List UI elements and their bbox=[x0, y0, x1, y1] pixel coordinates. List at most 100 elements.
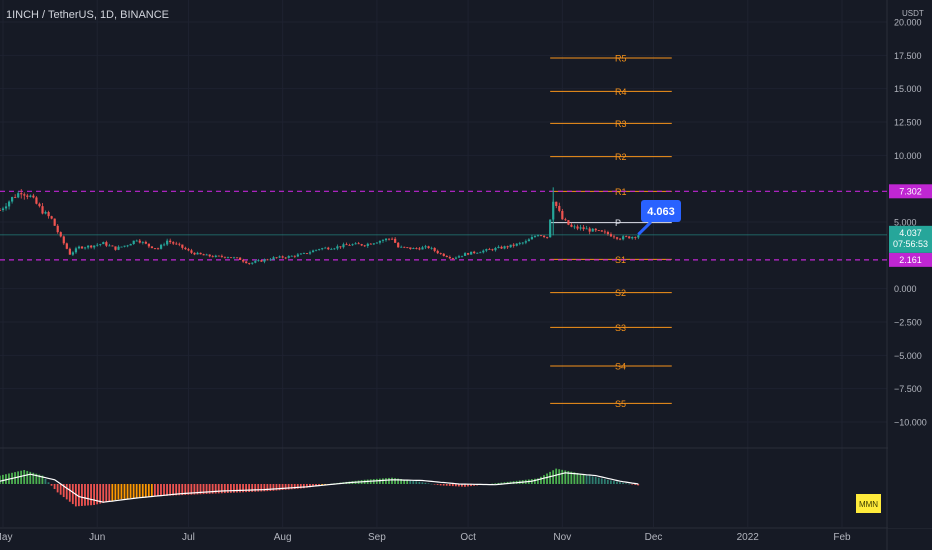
price-callout[interactable]: 4.063 bbox=[637, 200, 681, 236]
pivot-label-s4: S4 bbox=[615, 362, 626, 372]
osc-bar bbox=[50, 484, 53, 486]
candle-body bbox=[418, 248, 421, 250]
candle-body bbox=[87, 245, 90, 248]
osc-bar bbox=[120, 484, 123, 500]
candle-body bbox=[29, 195, 32, 197]
osc-bar bbox=[600, 478, 603, 484]
osc-bar bbox=[166, 484, 168, 496]
candle-body bbox=[536, 235, 540, 237]
candle-body bbox=[138, 240, 141, 243]
candle-body bbox=[211, 256, 214, 258]
candle-body bbox=[129, 244, 132, 246]
candle-body bbox=[363, 245, 366, 247]
candle-body bbox=[120, 246, 123, 248]
candle-body bbox=[555, 201, 558, 206]
candle-body bbox=[579, 227, 582, 229]
candle-body bbox=[220, 255, 223, 257]
osc-bar bbox=[540, 476, 542, 484]
osc-bar bbox=[555, 468, 558, 484]
osc-bar bbox=[44, 478, 47, 484]
osc-bar bbox=[223, 484, 226, 494]
osc-bar bbox=[451, 484, 454, 487]
osc-bar bbox=[239, 484, 241, 493]
candle-body bbox=[111, 245, 114, 247]
candle-body bbox=[263, 259, 266, 262]
osc-bar bbox=[424, 482, 427, 484]
indicator-badge-text: MMN bbox=[859, 500, 878, 509]
osc-bar bbox=[214, 484, 217, 494]
osc-bar bbox=[439, 484, 442, 486]
price-tick-label: 10.000 bbox=[894, 151, 922, 161]
candle-body bbox=[141, 241, 144, 243]
osc-bar bbox=[609, 480, 612, 484]
candle-body bbox=[403, 246, 406, 248]
candle-body bbox=[521, 242, 524, 244]
candle-body bbox=[47, 212, 50, 217]
candle-body bbox=[169, 240, 172, 243]
candle-body bbox=[223, 256, 227, 258]
candle-body bbox=[202, 254, 205, 256]
candle-body bbox=[539, 235, 543, 237]
osc-bar bbox=[558, 469, 561, 484]
candle-body bbox=[491, 249, 494, 251]
candle-body bbox=[35, 197, 38, 204]
osc-bar bbox=[169, 484, 171, 496]
grid bbox=[0, 0, 932, 550]
osc-bar bbox=[409, 480, 412, 484]
candle-body bbox=[494, 247, 497, 251]
time-axis[interactable]: May Jun Jul Aug Sep Oct Nov Dec 2022 Feb bbox=[0, 532, 851, 543]
candle-body bbox=[415, 248, 418, 249]
osc-bar bbox=[603, 479, 606, 484]
osc-bar bbox=[163, 484, 165, 496]
candle-body bbox=[573, 226, 576, 228]
candle-body bbox=[439, 253, 442, 254]
candle-body bbox=[275, 257, 278, 259]
osc-bar bbox=[415, 481, 418, 484]
candle-body bbox=[68, 248, 71, 255]
time-tick-label: Aug bbox=[274, 532, 292, 543]
candle-body bbox=[135, 240, 138, 242]
osc-bar bbox=[257, 484, 260, 492]
osc-bar bbox=[81, 484, 83, 506]
candle-body bbox=[296, 254, 299, 257]
candle-body bbox=[266, 259, 269, 261]
osc-bar bbox=[448, 484, 451, 486]
candle-body bbox=[305, 253, 309, 254]
osc-bar bbox=[229, 484, 232, 493]
osc-bar bbox=[594, 477, 597, 484]
candle-body bbox=[394, 238, 397, 243]
candle-body bbox=[123, 245, 126, 247]
osc-bar bbox=[421, 482, 424, 484]
candle-body bbox=[378, 240, 382, 243]
osc-bar bbox=[381, 478, 384, 484]
candle-body bbox=[433, 247, 436, 251]
candle-body bbox=[229, 257, 233, 259]
candle-body bbox=[460, 255, 464, 257]
candle-body bbox=[74, 248, 78, 253]
pivot-label-s3: S3 bbox=[615, 323, 626, 333]
candle-body bbox=[41, 206, 44, 214]
candle-body bbox=[144, 241, 147, 244]
osc-bar bbox=[388, 477, 390, 484]
candle-body bbox=[272, 257, 275, 260]
candle-body bbox=[159, 244, 163, 249]
candle-body bbox=[427, 246, 430, 249]
candle-body bbox=[448, 256, 451, 259]
candle-body bbox=[436, 250, 439, 254]
osc-bar bbox=[597, 477, 600, 484]
candle-body bbox=[245, 261, 248, 264]
osc-bar bbox=[2, 474, 4, 484]
osc-bar bbox=[26, 470, 29, 484]
candle-body bbox=[609, 234, 613, 237]
osc-bar bbox=[442, 484, 445, 486]
candle-body bbox=[637, 235, 640, 238]
osc-bar bbox=[552, 470, 555, 484]
osc-signal-line bbox=[0, 472, 639, 503]
candle-body bbox=[193, 252, 196, 255]
pivot-label-r2: R2 bbox=[615, 152, 627, 162]
candle-body bbox=[299, 253, 303, 255]
candle-body bbox=[591, 228, 594, 232]
osc-bar bbox=[84, 484, 86, 506]
candle-body bbox=[96, 244, 99, 246]
candle-body bbox=[14, 197, 17, 198]
